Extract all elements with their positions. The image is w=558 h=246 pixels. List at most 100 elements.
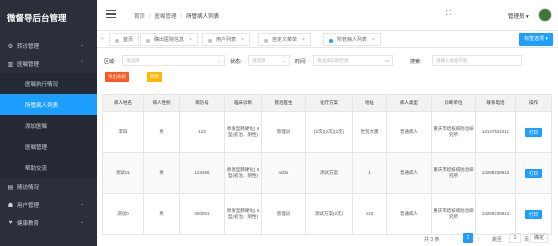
table-header-row: 病人姓名 病人性别 病历号 临床诊断 管治医生 化疗方案 地址 病人类型 诊断单… — [102, 94, 552, 112]
fullscreen-icon[interactable]: ⛶ — [446, 10, 451, 18]
tab-label: 自定义菜单 — [272, 37, 298, 43]
column-header[interactable]: 病历号 — [179, 94, 225, 112]
tab-label: 用户列表 — [216, 37, 237, 43]
tab-patient-list[interactable]: 所管病人列表 × — [323, 33, 381, 46]
table-cell: 打印 — [515, 152, 552, 194]
total-count: 共 3 条 — [424, 237, 440, 243]
table-cell: 重庆市结核病防治研究所 — [431, 193, 476, 235]
region-select[interactable]: 请选择 ⌄ — [122, 55, 225, 66]
column-header[interactable]: 化疗方案 — [305, 94, 353, 112]
table-cell: 测试0 — [102, 193, 144, 235]
tab-dot-icon — [146, 38, 150, 43]
sidebar-subitem-order-manage[interactable]: 医嘱管理 — [0, 136, 97, 157]
column-header[interactable]: 联系电话 — [475, 94, 516, 112]
breadcrumb-home[interactable]: 首页 — [134, 14, 145, 20]
tab-custom-menu[interactable]: 自定义菜单 × — [258, 33, 311, 46]
chevron-left-icon[interactable]: « — [101, 36, 104, 42]
goto-page-input[interactable]: 1 — [509, 233, 521, 243]
tab-hospital-info[interactable]: 确出医院信息 × — [140, 33, 198, 46]
table-cell: 打印 — [515, 111, 552, 153]
refresh-button[interactable]: 刷新 — [147, 72, 162, 82]
close-icon[interactable]: × — [189, 37, 192, 43]
search-input[interactable]: 请输入搜索内容 — [432, 55, 522, 66]
top-header: 首页 / 医嘱管理 / 所管病人列表 ⛶ 管理员 ▾ — [97, 0, 558, 31]
table-cell: 普通病人 — [386, 193, 432, 235]
chevron-down-icon: ⌄ — [79, 219, 84, 225]
table-cell: ni2br — [261, 152, 306, 194]
column-header[interactable]: 操作 — [515, 94, 552, 112]
user-icon: ☗ — [7, 202, 14, 209]
goto-confirm-button[interactable]: 确定 — [530, 233, 549, 243]
table-cell: 世贸大厦 — [352, 111, 387, 153]
tab-user-list[interactable]: 用户列表 × — [202, 33, 250, 46]
sidebar-item-referral[interactable]: ⚙ 转诊管理 ⌄ — [0, 37, 97, 55]
table-cell: 管理员 — [261, 111, 306, 153]
chevron-down-icon: ⌄ — [79, 42, 84, 48]
page-number-current[interactable]: 1 — [463, 233, 473, 243]
sidebar-item-health-edu[interactable]: ♥ 健康教育 ⌄ — [0, 214, 97, 232]
table-row: 李四 男 123 原发型肺硬化( II 型(初治、阴性) 管理员 (2次)(2次… — [102, 111, 552, 153]
column-header[interactable]: 地址 — [352, 94, 387, 112]
column-header[interactable]: 病人类型 — [386, 94, 432, 112]
sidebar: 微督导后台管理 ⚙ 转诊管理 ⌄ ▥ 医嘱管理 ⌃ 医嘱执行情况 所管病人列表 … — [0, 0, 97, 246]
table-cell: (2次)(2次)(2次) — [305, 111, 353, 153]
close-icon[interactable]: × — [241, 37, 244, 43]
tab-dot-icon — [208, 38, 212, 43]
breadcrumb: 首页 / 医嘱管理 / 所管病人列表 — [134, 14, 220, 20]
tab-home[interactable]: 首页 — [109, 33, 140, 46]
tab-label: 确出医院信息 — [154, 37, 185, 43]
menu-toggle-icon[interactable] — [106, 10, 116, 19]
chevron-down-icon: ⌄ — [282, 58, 286, 63]
sidebar-item-label: 随访情况 — [17, 185, 40, 191]
table-cell: 原发型肺硬化( II 型(初治、阴性) — [224, 193, 262, 235]
search-placeholder: 请输入搜索内容 — [436, 58, 468, 63]
avatar[interactable] — [538, 8, 552, 22]
region-select-value: 请选择 — [126, 58, 140, 63]
tab-dot-icon — [329, 38, 333, 43]
column-header[interactable]: 病人性别 — [143, 94, 180, 112]
export-table-button[interactable]: 导出表格 — [105, 72, 129, 82]
region-label: 区域: — [104, 59, 116, 65]
sidebar-item-followup[interactable]: ▤ 随访情况 — [0, 178, 97, 196]
column-header[interactable]: 病人姓名 — [102, 94, 144, 112]
app-title: 微督导后台管理 — [0, 0, 97, 37]
sidebar-subitem-patient-list[interactable]: 所管病人列表 — [0, 94, 97, 115]
column-header[interactable]: 诊断单位 — [431, 94, 476, 112]
search-label: 搜索: — [410, 59, 422, 65]
date-range-input[interactable]: 请选择日期范围 ▭ — [313, 55, 393, 66]
sidebar-subitem-add-order[interactable]: 添加医嘱 — [0, 115, 97, 136]
sidebar-subitem-help[interactable]: 帮助交流 — [0, 157, 97, 178]
sidebar-subitem-order-execution[interactable]: 医嘱执行情况 — [0, 73, 97, 94]
tab-dot-icon — [264, 38, 268, 43]
admin-menu[interactable]: 管理员 ▾ — [508, 12, 529, 20]
sidebar-item-label: 用户管理 — [17, 203, 40, 209]
close-icon[interactable]: × — [302, 37, 305, 43]
time-label: 时间: — [295, 59, 307, 65]
tab-options-button[interactable]: 标签选项 ▾ — [519, 33, 553, 46]
patient-table: 病人姓名 病人性别 病历号 临床诊断 管治医生 化疗方案 地址 病人类型 诊断单… — [102, 94, 552, 235]
status-select[interactable]: 请选择 ⌄ — [248, 55, 290, 66]
table-cell: 13147532311 — [475, 111, 516, 153]
close-icon[interactable]: × — [372, 37, 375, 43]
table-cell: 123 — [352, 193, 387, 235]
print-button[interactable]: 打印 — [525, 127, 542, 137]
print-button[interactable]: 打印 — [525, 209, 542, 219]
sidebar-item-orders[interactable]: ▥ 医嘱管理 ⌃ — [0, 55, 97, 73]
breadcrumb-orders[interactable]: 医嘱管理 — [155, 14, 177, 20]
sidebar-item-label: 健康教育 — [17, 221, 40, 227]
column-header[interactable]: 管治医生 — [261, 94, 306, 112]
column-header[interactable]: 临床诊断 — [224, 94, 262, 112]
chevron-up-icon: ⌃ — [79, 60, 84, 66]
sidebar-item-users[interactable]: ☗ 用户管理 ⌄ — [0, 196, 97, 214]
table-cell: 李四 — [102, 111, 144, 153]
table-cell: 男 — [143, 152, 180, 194]
print-button[interactable]: 打印 — [525, 168, 542, 178]
table-row: 测试01 男 123456 原发型肺硬化( II 型(初治、阴性) ni2br … — [102, 152, 552, 194]
table-cell: 普通病人 — [386, 152, 432, 194]
chevron-down-icon: ⌄ — [217, 58, 221, 63]
next-page-icon[interactable]: › — [478, 236, 480, 242]
prev-page-icon[interactable]: ‹ — [450, 236, 452, 242]
breadcrumb-current: 所管病人列表 — [186, 14, 220, 20]
table-cell: 测试方案(2次) — [305, 193, 353, 235]
chevron-down-icon: ⌄ — [79, 201, 84, 207]
